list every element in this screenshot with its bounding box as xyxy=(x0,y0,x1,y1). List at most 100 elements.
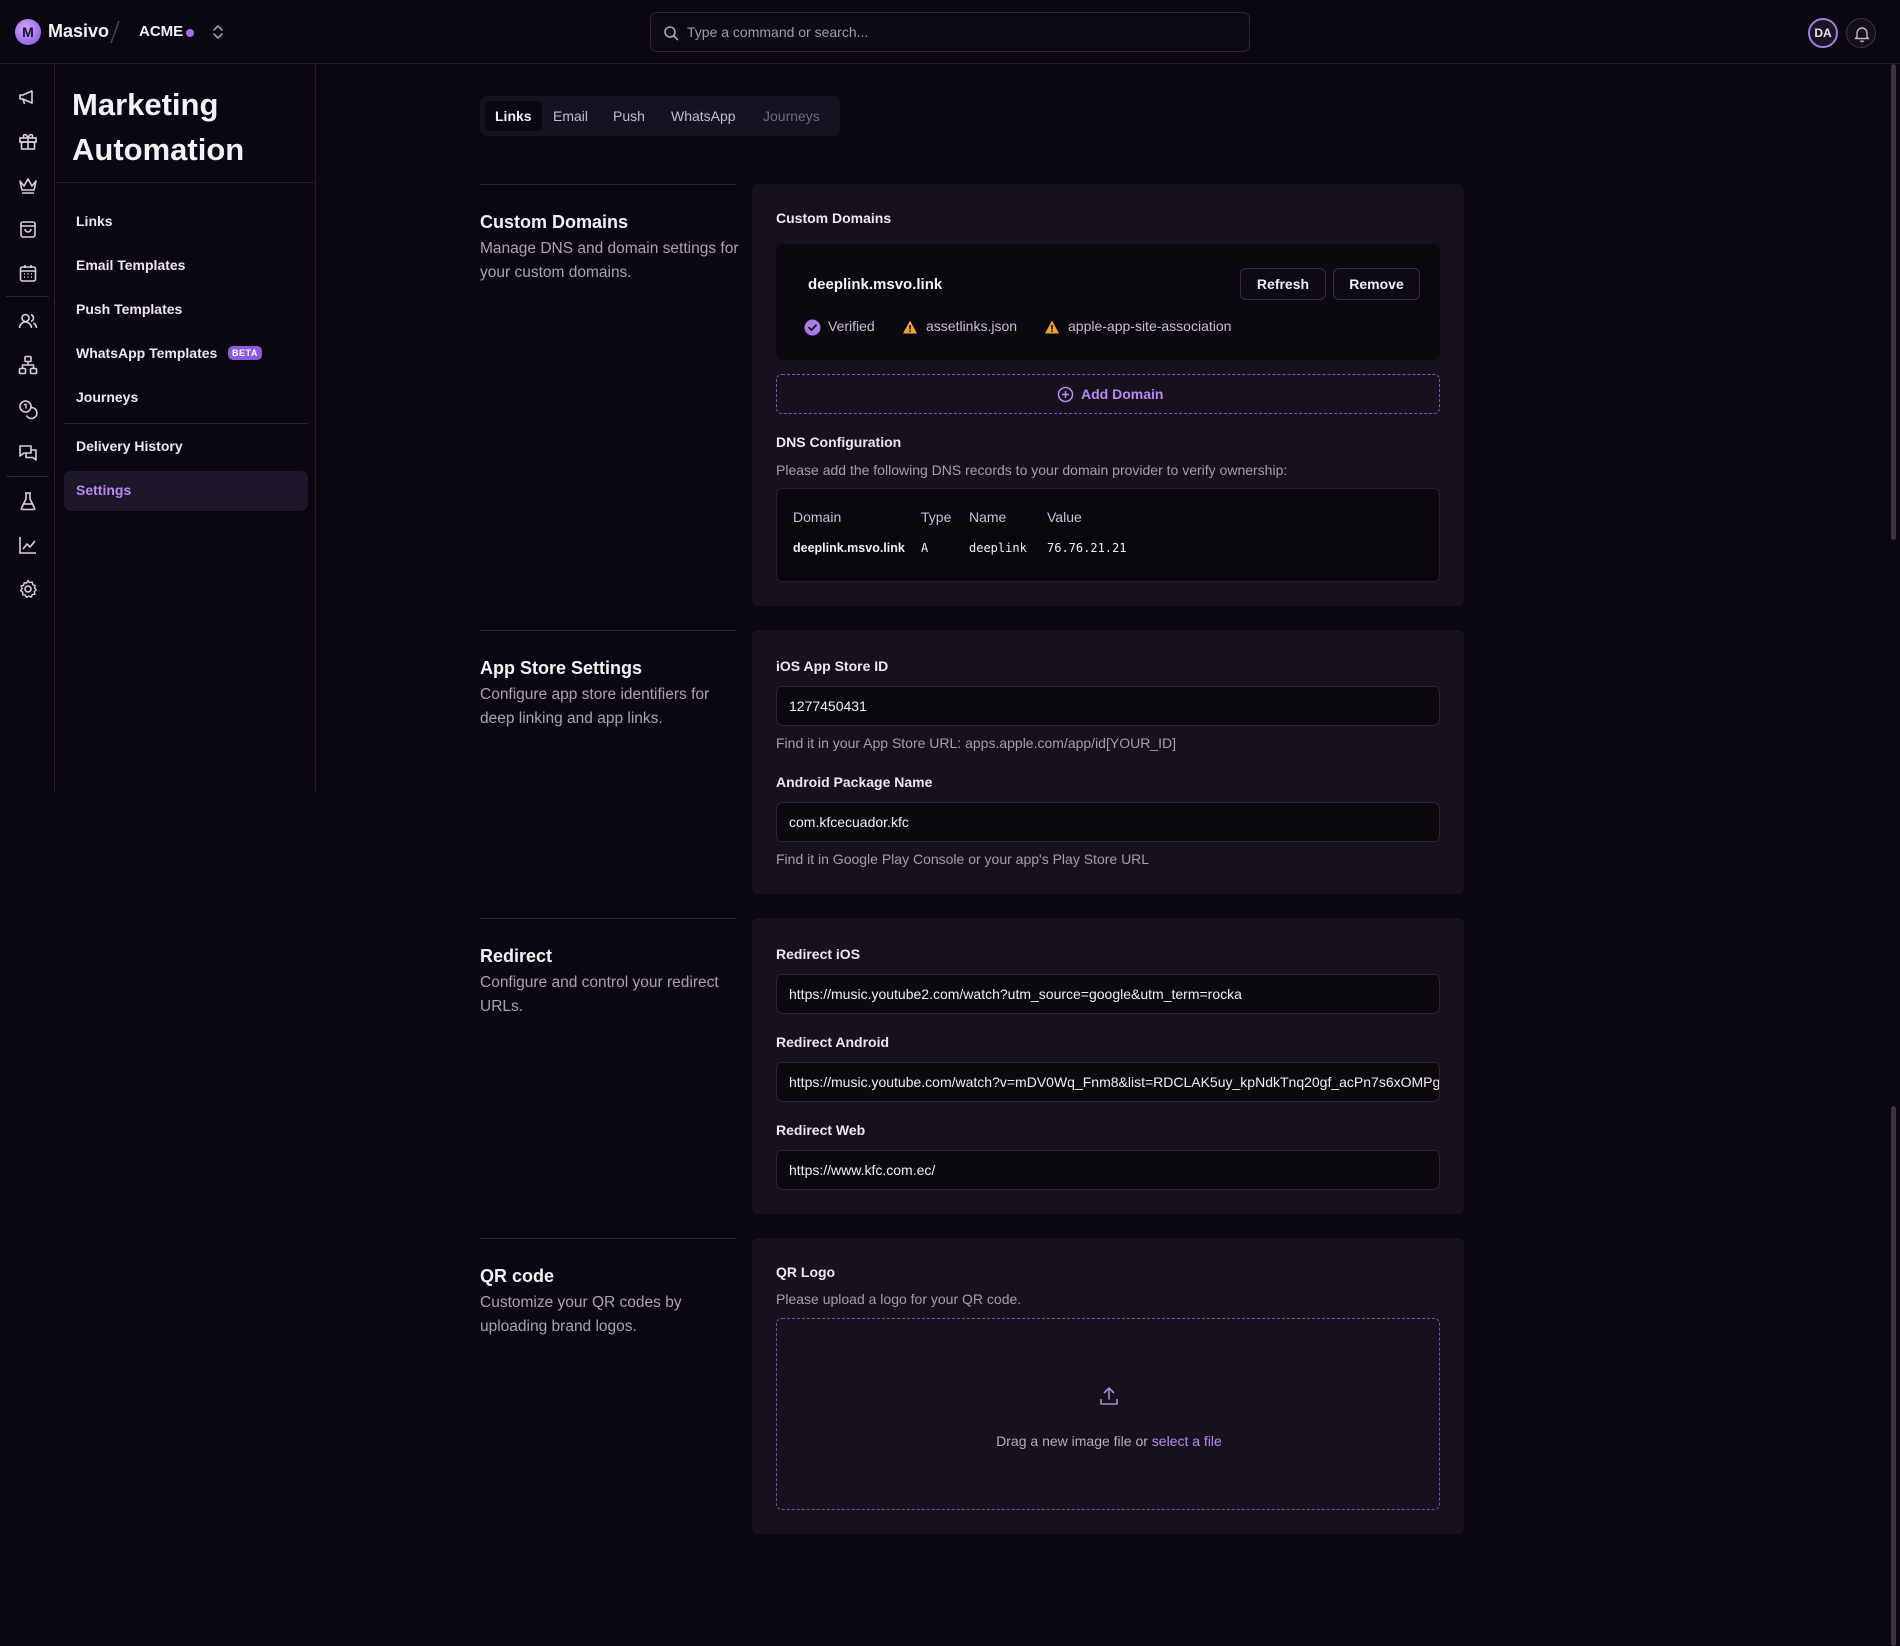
upload-icon xyxy=(1100,1387,1118,1405)
android-package-hint: Find it in Google Play Console or your a… xyxy=(776,851,1150,867)
section-divider xyxy=(480,184,736,185)
rail-divider xyxy=(6,476,49,477)
coins-icon[interactable] xyxy=(17,398,39,420)
app-store-heading: App Store Settings xyxy=(480,658,643,678)
add-domain-label: Add Domain xyxy=(1081,386,1164,402)
section-sidebar: Marketing Automation Links Email Templat… xyxy=(56,64,316,792)
tab-links[interactable]: Links xyxy=(485,101,542,131)
brand-name: Masivo xyxy=(48,21,110,41)
sidebar-item-email-templates[interactable]: Email Templates xyxy=(64,246,308,286)
dropzone-instruction: Drag a new image file or xyxy=(996,1433,1152,1449)
section-divider xyxy=(480,630,736,631)
section-divider xyxy=(480,1238,736,1239)
sidebar-item-push-templates[interactable]: Push Templates xyxy=(64,290,308,330)
ios-store-id-hint: Find it in your App Store URL: apps.appl… xyxy=(776,735,1176,751)
settings-gear-icon[interactable] xyxy=(17,578,39,600)
status-label: apple-app-site-association xyxy=(1068,318,1232,334)
gift-icon[interactable] xyxy=(17,130,39,152)
tab-email[interactable]: Email xyxy=(543,101,598,131)
icon-rail xyxy=(0,64,55,792)
dns-cell-name: deeplink xyxy=(969,541,1027,555)
org-name[interactable]: ACME xyxy=(139,23,183,40)
dns-config-title: DNS Configuration xyxy=(776,434,902,450)
scrollbar-thumb[interactable] xyxy=(1891,1106,1896,1646)
masivo-logo[interactable]: M xyxy=(15,19,41,45)
app-store-panel: iOS App Store ID 1277450431 Find it in y… xyxy=(752,630,1464,894)
dns-cell-value: 76.76.21.21 xyxy=(1047,541,1127,555)
dropzone-text: Drag a new image file or select a file xyxy=(777,1433,1441,1449)
dns-header-type: Type xyxy=(921,509,952,525)
sidebar-item-settings[interactable]: Settings xyxy=(64,471,308,511)
scrollbar-thumb[interactable] xyxy=(1891,64,1896,540)
crown-icon[interactable] xyxy=(17,174,39,196)
status-apple-app-site-association: apple-app-site-association xyxy=(1044,318,1274,336)
tab-journeys[interactable]: Journeys xyxy=(753,101,830,131)
settings-tabs: Links Email Push WhatsApp Journeys xyxy=(480,96,840,136)
org-status-dot xyxy=(186,29,194,37)
redirect-ios-label: Redirect iOS xyxy=(776,946,861,962)
chevrons-up-down-icon[interactable] xyxy=(210,22,226,42)
megaphone-icon[interactable] xyxy=(17,86,39,108)
bell-icon xyxy=(1854,27,1870,43)
dns-cell-type: A xyxy=(921,541,929,555)
redirect-web-label: Redirect Web xyxy=(776,1122,866,1138)
calendar-icon[interactable] xyxy=(17,262,39,284)
redirect-web-input[interactable]: https://www.kfc.com.ec/ xyxy=(776,1150,1440,1190)
custom-domains-description: Manage DNS and domain settings for your … xyxy=(480,240,739,281)
sidebar-item-label: Links xyxy=(76,213,113,229)
dns-records-table: Domain Type Name Value deeplink.msvo.lin… xyxy=(776,488,1440,582)
warning-triangle-icon xyxy=(903,320,917,334)
sidebar-item-label: Journeys xyxy=(76,389,139,405)
refresh-button[interactable]: Refresh xyxy=(1240,268,1326,300)
warning-triangle-icon xyxy=(1045,320,1059,334)
panel-title: Custom Domains xyxy=(776,210,892,226)
rail-divider xyxy=(6,296,49,297)
redirect-panel: Redirect iOS https://music.youtube2.com/… xyxy=(752,918,1464,1214)
select-file-link[interactable]: select a file xyxy=(1152,1433,1222,1449)
sidebar-item-links[interactable]: Links xyxy=(64,202,308,242)
custom-domains-panel: Custom Domains deeplink.msvo.link Refres… xyxy=(752,184,1464,606)
dns-header-value: Value xyxy=(1047,509,1082,525)
ios-store-id-label: iOS App Store ID xyxy=(776,658,889,674)
section-title: Marketing Automation xyxy=(72,87,245,167)
app-store-description: Configure app store identifiers for deep… xyxy=(480,686,710,727)
messages-icon[interactable] xyxy=(17,442,39,464)
search-placeholder: Type a command or search... xyxy=(687,24,869,40)
qr-logo-dropzone[interactable]: Drag a new image file or select a file xyxy=(776,1318,1440,1510)
notifications-button[interactable] xyxy=(1846,18,1876,48)
domain-name: deeplink.msvo.link xyxy=(808,276,943,293)
ios-store-id-input[interactable]: 1277450431 xyxy=(776,686,1440,726)
redirect-description: Configure and control your redirect URLs… xyxy=(480,974,719,1015)
users-icon[interactable] xyxy=(17,310,39,332)
domain-card: deeplink.msvo.link Refresh Remove Verifi… xyxy=(776,244,1440,360)
status-assetlinks: assetlinks.json xyxy=(902,318,1032,336)
sidebar-item-delivery-history[interactable]: Delivery History xyxy=(64,427,308,467)
status-verified: Verified xyxy=(804,318,904,336)
sidebar-item-whatsapp-templates[interactable]: WhatsApp Templates BETA xyxy=(64,334,308,374)
qr-panel: QR Logo Please upload a logo for your QR… xyxy=(752,1238,1464,1534)
redirect-android-input[interactable]: https://music.youtube.com/watch?v=mDV0Wq… xyxy=(776,1062,1440,1102)
network-icon[interactable] xyxy=(17,354,39,376)
sidebar-item-journeys[interactable]: Journeys xyxy=(64,378,308,418)
shopping-bag-icon[interactable] xyxy=(17,218,39,240)
divider xyxy=(64,423,308,424)
remove-button[interactable]: Remove xyxy=(1333,268,1420,300)
flask-icon[interactable] xyxy=(17,490,39,512)
user-avatar[interactable]: DA xyxy=(1808,18,1838,48)
dns-cell-domain: deeplink.msvo.link xyxy=(793,541,905,555)
dns-header-name: Name xyxy=(969,509,1007,525)
dns-header-domain: Domain xyxy=(793,509,842,525)
add-domain-button[interactable]: Add Domain xyxy=(776,374,1440,414)
command-search[interactable]: Type a command or search... xyxy=(650,12,1250,52)
status-label: assetlinks.json xyxy=(926,318,1018,334)
redirect-ios-input[interactable]: https://music.youtube2.com/watch?utm_sou… xyxy=(776,974,1440,1014)
chart-line-icon[interactable] xyxy=(17,534,39,556)
sidebar-item-label: Push Templates xyxy=(76,301,183,317)
tab-whatsapp[interactable]: WhatsApp xyxy=(661,101,746,131)
custom-domains-heading: Custom Domains xyxy=(480,212,629,232)
qr-logo-label: QR Logo xyxy=(776,1264,836,1280)
android-package-input[interactable]: com.kfcecuador.kfc xyxy=(776,802,1440,842)
tab-push[interactable]: Push xyxy=(603,101,655,131)
plus-circle-icon xyxy=(1057,386,1074,403)
beta-badge: BETA xyxy=(228,346,262,360)
